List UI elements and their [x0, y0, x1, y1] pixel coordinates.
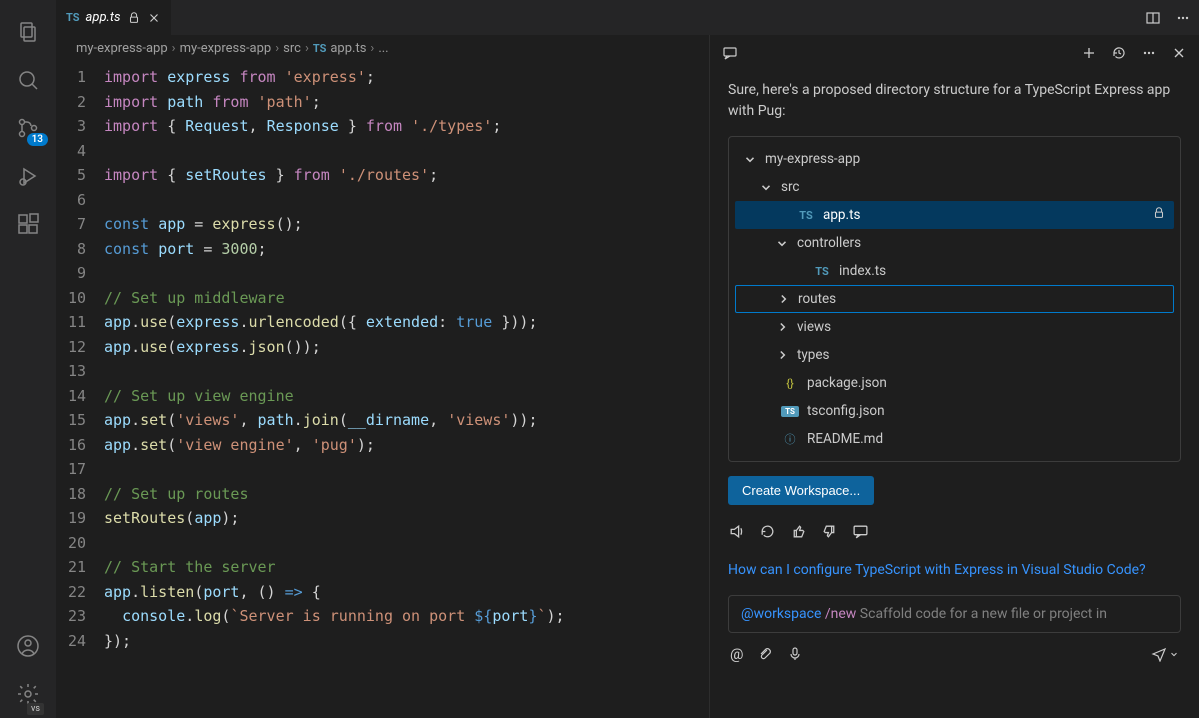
thumbs-down-icon[interactable]: [821, 523, 838, 540]
chat-input-slash: /new: [825, 606, 856, 622]
settings-gear-icon[interactable]: vs: [4, 670, 52, 718]
tree-item-label: package.json: [807, 375, 887, 391]
tree-item-label: views: [797, 319, 831, 335]
retry-icon[interactable]: [759, 523, 776, 540]
explorer-icon[interactable]: [4, 8, 52, 56]
tree-item[interactable]: types: [735, 341, 1174, 369]
tree-item[interactable]: ⓘ README.md: [735, 425, 1174, 453]
chevron-right-icon: ›: [305, 41, 309, 56]
activity-bar: 13 vs: [0, 0, 56, 718]
source-control-badge: 13: [27, 133, 48, 146]
voice-icon[interactable]: [787, 646, 803, 662]
chevron-right-icon: ›: [370, 41, 374, 56]
tab-filename: app.ts: [86, 10, 121, 25]
chevron-down-icon[interactable]: [743, 152, 757, 166]
tree-item[interactable]: src: [735, 173, 1174, 201]
chat-response-text: Sure, here's a proposed directory struct…: [728, 80, 1181, 122]
tree-item[interactable]: views: [735, 313, 1174, 341]
more-actions-icon[interactable]: [1175, 10, 1191, 26]
breadcrumb[interactable]: my-express-app › my-express-app › src › …: [56, 35, 709, 61]
comment-icon[interactable]: [852, 523, 869, 540]
tree-item[interactable]: {} package.json: [735, 369, 1174, 397]
close-icon[interactable]: [147, 11, 161, 25]
tree-item-label: src: [781, 179, 799, 195]
tab-app-ts[interactable]: TS app.ts: [56, 0, 171, 35]
typescript-icon: TS: [66, 11, 80, 24]
tree-item-label: index.ts: [839, 263, 886, 279]
file-type-icon: {}: [781, 377, 799, 390]
chat-input-mention: @workspace: [741, 606, 821, 622]
chevron-right-icon[interactable]: [776, 292, 790, 306]
chevron-down-icon[interactable]: [759, 180, 773, 194]
tree-item-label: app.ts: [823, 207, 860, 223]
proposed-file-tree: my-express-app src TS app.ts controllers TS in…: [728, 136, 1181, 462]
lock-icon: [127, 11, 141, 25]
tree-item-label: tsconfig.json: [807, 403, 885, 419]
line-number-gutter: 123456789101112131415161718192021222324: [56, 65, 104, 718]
file-type-icon: TS: [797, 209, 815, 222]
more-icon[interactable]: [1141, 45, 1157, 61]
chat-panel: Sure, here's a proposed directory struct…: [709, 35, 1199, 718]
split-editor-icon[interactable]: [1145, 10, 1161, 26]
run-debug-icon[interactable]: [4, 152, 52, 200]
breadcrumb-segment[interactable]: my-express-app: [180, 41, 272, 56]
breadcrumb-segment[interactable]: src: [283, 41, 301, 56]
vs-badge: vs: [27, 703, 44, 715]
chat-icon[interactable]: [722, 45, 738, 61]
file-type-icon: TS: [781, 406, 799, 417]
extensions-icon[interactable]: [4, 200, 52, 248]
create-workspace-button[interactable]: Create Workspace...: [728, 476, 874, 505]
tree-item[interactable]: TS tsconfig.json: [735, 397, 1174, 425]
reaction-toolbar: [728, 523, 1181, 540]
chevron-right-icon[interactable]: [775, 320, 789, 334]
typescript-icon: TS: [313, 42, 327, 55]
tree-item-label: types: [797, 347, 830, 363]
accounts-icon[interactable]: [4, 622, 52, 670]
tree-item[interactable]: TS index.ts: [735, 257, 1174, 285]
tree-item[interactable]: controllers: [735, 229, 1174, 257]
tree-item-label: README.md: [807, 431, 883, 447]
suggested-question[interactable]: How can I configure TypeScript with Expr…: [728, 560, 1181, 581]
breadcrumb-file[interactable]: app.ts: [330, 41, 366, 56]
breadcrumb-more[interactable]: ...: [378, 41, 388, 56]
chat-input-toolbar: @: [728, 641, 1181, 669]
tree-item-label: routes: [798, 291, 836, 307]
read-aloud-icon[interactable]: [728, 523, 745, 540]
lock-icon: [1152, 206, 1166, 224]
tree-item[interactable]: TS app.ts: [735, 201, 1174, 229]
code-content[interactable]: import express from 'express';import pat…: [104, 65, 709, 718]
chat-header: [710, 35, 1199, 70]
code-editor[interactable]: 123456789101112131415161718192021222324 …: [56, 61, 709, 718]
tree-item-label: my-express-app: [765, 151, 860, 167]
attach-icon[interactable]: [757, 646, 773, 662]
source-control-icon[interactable]: 13: [4, 104, 52, 152]
editor-tab-bar: TS app.ts: [56, 0, 1199, 35]
file-type-icon: ⓘ: [781, 431, 799, 447]
file-type-icon: TS: [813, 265, 831, 278]
new-chat-icon[interactable]: [1081, 45, 1097, 61]
tree-item[interactable]: my-express-app: [735, 145, 1174, 173]
tree-item[interactable]: routes: [735, 285, 1174, 313]
chevron-down-icon[interactable]: [775, 236, 789, 250]
chat-input[interactable]: @workspace /new Scaffold code for a new …: [728, 595, 1181, 633]
breadcrumb-segment[interactable]: my-express-app: [76, 41, 168, 56]
at-icon[interactable]: @: [730, 645, 743, 663]
history-icon[interactable]: [1111, 45, 1127, 61]
chevron-right-icon: ›: [172, 41, 176, 56]
chevron-right-icon: ›: [275, 41, 279, 56]
tree-item-label: controllers: [797, 235, 861, 251]
thumbs-up-icon[interactable]: [790, 523, 807, 540]
chevron-right-icon[interactable]: [775, 348, 789, 362]
close-panel-icon[interactable]: [1171, 45, 1187, 61]
chat-input-text: Scaffold code for a new file or project …: [860, 606, 1107, 622]
send-button[interactable]: [1151, 646, 1179, 662]
search-icon[interactable]: [4, 56, 52, 104]
